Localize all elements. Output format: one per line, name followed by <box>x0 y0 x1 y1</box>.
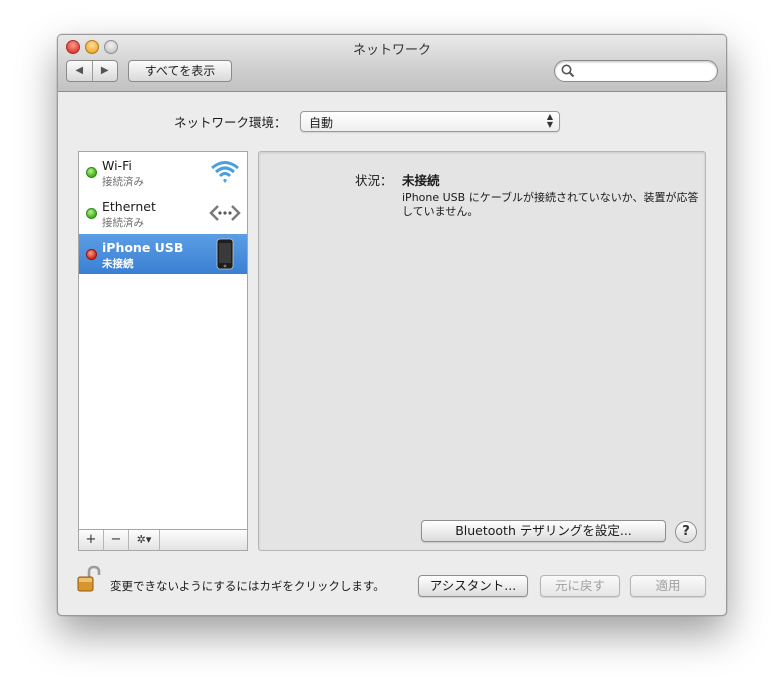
lock-message: 変更できないようにするにはカギをクリックします。 <box>110 579 385 593</box>
service-item-ethernet[interactable]: Ethernet 接続済み <box>79 193 247 233</box>
location-label: ネットワーク環境： <box>174 115 287 130</box>
service-item-iphone-usb[interactable]: iPhone USB 未接続 <box>79 234 247 274</box>
add-service-button[interactable]: + <box>79 530 104 550</box>
titlebar: ネットワーク ◀ ▶ すべてを表示 <box>58 35 726 92</box>
help-button[interactable]: ? <box>675 521 697 543</box>
bluetooth-tethering-button[interactable]: Bluetooth テザリングを設定... <box>421 520 666 542</box>
service-status: 接続済み <box>102 176 144 188</box>
status-label: 状況： <box>355 173 393 188</box>
location-value: 自動 <box>309 116 334 130</box>
service-item-wifi[interactable]: Wi-Fi 接続済み <box>79 152 247 192</box>
ethernet-icon <box>209 205 241 221</box>
assistant-button[interactable]: アシスタント... <box>418 575 528 597</box>
service-detail-pane: 状況： 未接続 iPhone USB にケーブルが接続されていないか、装置が応答… <box>258 151 706 551</box>
status-dot-red-icon <box>86 249 97 260</box>
network-preferences-window: ネットワーク ◀ ▶ すべてを表示 ネットワーク環境： 自動 ▲ ▼ Wi-Fi … <box>57 34 727 616</box>
gear-icon[interactable]: ✲▾ <box>129 530 160 550</box>
lock-icon[interactable] <box>76 565 102 593</box>
apply-button[interactable]: 適用 <box>630 575 706 597</box>
service-name: Wi-Fi <box>102 158 132 173</box>
status-dot-green-icon <box>86 208 97 219</box>
service-status: 未接続 <box>102 258 134 270</box>
service-list: Wi-Fi 接続済み Ethernet 接続済み iPhone USB 未接続 <box>78 151 248 551</box>
window-title: ネットワーク <box>352 43 431 58</box>
status-description: iPhone USB にケーブルが接続されていないか、装置が応答していません。 <box>402 191 699 218</box>
revert-button[interactable]: 元に戻す <box>540 575 620 597</box>
updown-arrows-icon: ▲ ▼ <box>546 112 553 129</box>
location-popup[interactable]: 自動 ▲ ▼ <box>300 111 560 132</box>
search-input[interactable] <box>577 63 709 79</box>
status-dot-green-icon <box>86 167 97 178</box>
service-name: Ethernet <box>102 199 156 214</box>
service-name: iPhone USB <box>102 240 184 255</box>
iphone-icon <box>216 238 234 270</box>
show-all-button[interactable]: すべてを表示 <box>128 60 232 82</box>
forward-button[interactable]: ▶ <box>93 61 118 81</box>
search-icon <box>561 64 575 78</box>
wifi-icon <box>211 161 239 183</box>
back-button[interactable]: ◀ <box>67 61 93 81</box>
service-status: 接続済み <box>102 217 144 229</box>
service-list-toolbar: + − ✲▾ <box>78 529 248 551</box>
remove-service-button[interactable]: − <box>104 530 129 550</box>
search-field[interactable] <box>554 60 718 82</box>
nav-back-forward: ◀ ▶ <box>66 60 118 82</box>
status-value: 未接続 <box>402 173 440 188</box>
